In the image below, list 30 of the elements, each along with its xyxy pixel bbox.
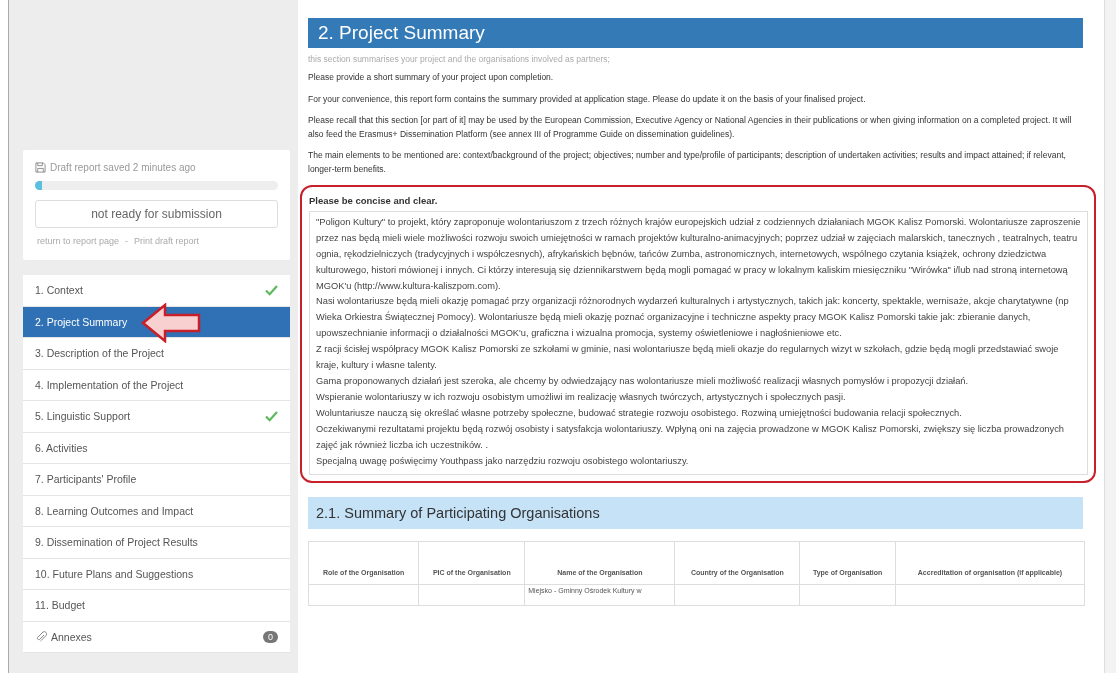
link-separator: - — [125, 236, 129, 246]
nav-item[interactable]: 11. Budget — [23, 590, 290, 622]
nav-item[interactable]: 3. Description of the Project — [23, 338, 290, 370]
nav-item[interactable]: 7. Participants' Profile — [23, 464, 290, 496]
submission-button[interactable]: not ready for submission — [35, 200, 278, 228]
nav-item[interactable]: 4. Implementation of the Project — [23, 369, 290, 401]
instruction-text: For your convenience, this report form contains the summary provided at application stage. Please do update it on the basis of your finalised project. — [308, 92, 867, 106]
instruction-text: The main elements to be mentioned are: context/background of the project; objectives; number and type/profile of participants; description of undertaken activities; results and impact attained; if relevant, longer-term benefits. — [308, 149, 1067, 176]
paperclip-icon — [35, 630, 47, 643]
nav-item[interactable]: 9. Dissemination of Project Results — [23, 527, 290, 559]
section-subtitle: this section summarises your project and the organisations involved as partners; — [308, 54, 611, 64]
subsection-title: 2.1. Summary of Participating Organisations — [308, 497, 1083, 530]
arrow-drawing — [141, 302, 201, 343]
field-label: Please be concise and clear. — [309, 194, 439, 206]
annexes-item[interactable]: Annexes 0 — [23, 621, 290, 653]
count-badge: 0 — [263, 630, 278, 643]
save-icon — [35, 162, 46, 173]
nav-item[interactable]: 6. Activities — [23, 432, 290, 464]
instruction-text: Please recall that this section [or part of it] may be used by the European Commission, Executive Agency or National Agencies in their publications or when giving information on a completed project. It will also feed the Erasmus+ Dissemination Platform (see annex III of Programme Guide on dissemination guidelines). — [308, 114, 1073, 141]
check-icon — [265, 284, 278, 296]
nav-item[interactable]: 5. Linguistic Support — [23, 401, 290, 433]
summary-field[interactable]: "Poligon Kultury" to projekt, który zaproponuje wolontariuszom z trzech różnych krajów europejskich udział z codziennych działaniach MGOK Kalisz Pomorski. Wolontariusze zaproszenie przez nas będą mieli wiele możliwości rozwoju swoich umiejętności w ramach projektów kulturalno-animacyjnych; poprzez udział w zajęciach malarskich, tanecznych , teatralnych, teatru ognia, rękodzielniczych (tradycyjnych i współczesnych), afrykańskich bębnów, tańców Zumba, astronomicznych, internetowych, wspólnego czytania książek, ochrony dziedzictwa kulturowego, histori mówionej i innych. Ci którzy interesują się dziennikarstwem będą mogli pomagać w pracy w lokalnym kaliskim miesięczniku "Wirówka" i/lub nad stroną internetową MGOK'u (http://www.kultura-kaliszpom.com). Nasi wolontariusze będą mieli okazję pomagać przy organizacji różnorodnych wydarzeń kulturalnych i artystycznych, takich jak: koncerty, spektakle, wernisaże, akcje charytatywne (np Wieka Orkiestra Świątecznej Pomocy). Wolontariusze będą mieli okazję poznać organizacyjne i techniczne aspekty pracy MGOK Kalisz Pomorski takie jak: zbieranie danych, upowszechnianie informacji o działalności MGOK'u, graficzna i wizualna promocja, systemy oświetleniowe i nagłośnieniowe etc. Z racji ścisłej współpracy MGOK Kalisz Pomorski ze szkołami w gminie, nasi wolontariusze będą mieli okazje do regularnych wizyt w szkołach, gdzie będą mogli przedstawiać swoje kraje, kultury i własne talenty. Gama proponowanych działań jest szeroka, ale chcemy by odwiedzający nas wolontariusze mieli możliwość realizacji własnych pomysłów i propozycji działań. Wspieranie wolontariuszy w ich rozwoju osobistym umożliwi im realizację własnych twórczych, artystycznych i społecznych pasji. Woluntariusze nauczą się określać własne potrzeby społeczne, budować strategie rozwoju osobistego. Rozwiną umiejętności budowania relacji społecznych. Oczekiwanymi rezultatami projektu będą rozwój osobisty i satysfakcja wolontariuszy. Wpłyną oni na zajęcia prowadzone w MGOK Kalisz Pomorski, zwiększy się liczba prowadzonych zajęć jak również liczba ich uczestników. . Specjalną uwagę poświęcimy Youthpass jako narzędziu rozwoju osobistego wolontariuszy. — [309, 210, 1088, 476]
check-icon — [265, 410, 278, 422]
annexes-label: Annexes — [51, 630, 93, 643]
nav-item[interactable]: 10. Future Plans and Suggestions — [23, 558, 290, 590]
saved-status-text: Draft report saved 2 minutes ago — [50, 162, 196, 173]
nav-item[interactable]: 1. Context — [23, 275, 290, 307]
nav-item[interactable]: 8. Learning Outcomes and Impact — [23, 495, 290, 527]
instruction-text: Please provide a short summary of your project upon completion. — [308, 71, 555, 84]
section-title: 2. Project Summary — [308, 18, 1083, 48]
